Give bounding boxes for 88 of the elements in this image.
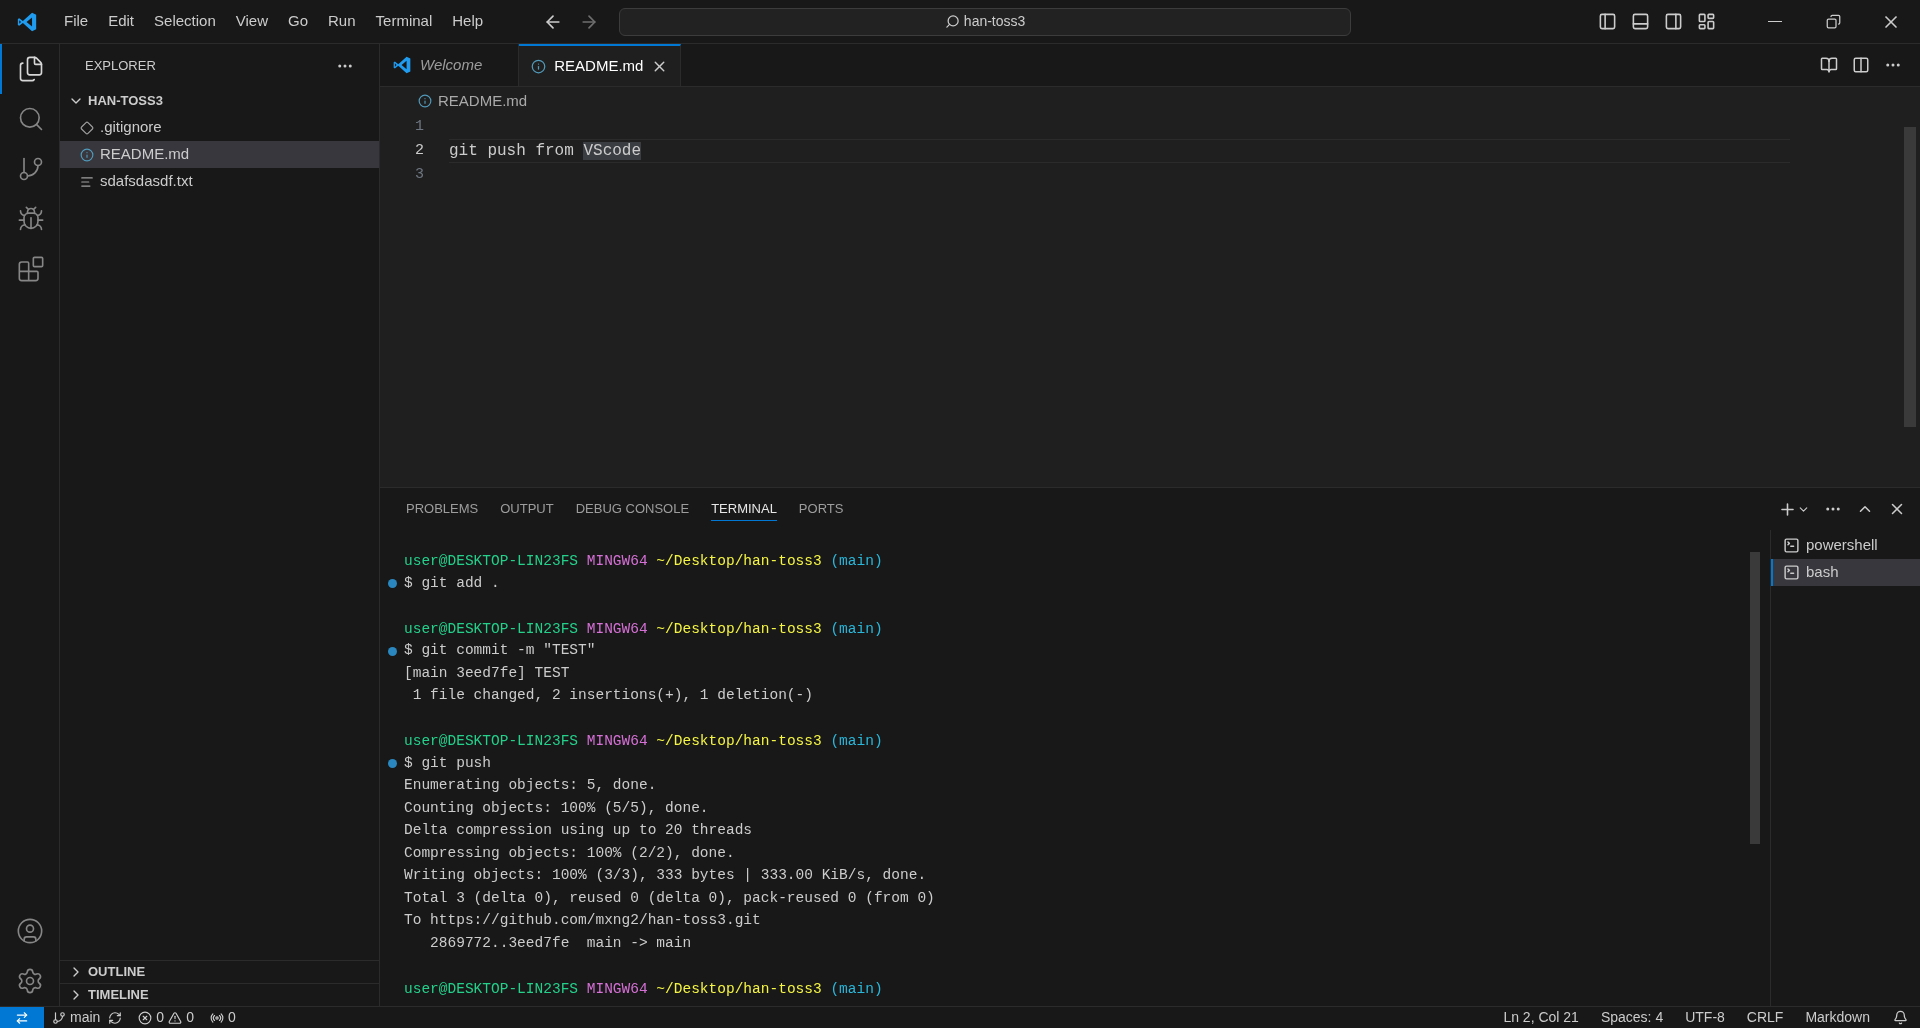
workspace-name: han-toss3: [963, 12, 1026, 31]
editor-tab[interactable]: README.md: [519, 44, 682, 86]
shell-entry[interactable]: bash: [1771, 559, 1920, 586]
terminal-line: user@DESKTOP-LIN23FS MINGW64 ~/Desktop/han-toss3 (main): [403, 619, 884, 639]
section-header[interactable]: OUTLINE: [60, 960, 379, 983]
terminal-icon: [1783, 537, 1800, 554]
explorer-entry[interactable]: sdafsdasdf.txt: [60, 168, 379, 195]
preview-icon[interactable]: [1820, 56, 1838, 74]
terminal-line: user@DESKTOP-LIN23FS MINGW64 ~/Desktop/han-toss3 (main): [403, 732, 884, 751]
folder-header[interactable]: HAN-TOSS3: [60, 88, 379, 114]
account-icon[interactable]: [15, 917, 44, 945]
info-icon: [531, 58, 547, 74]
line-number: 2: [414, 140, 424, 161]
scrollbar-thumb[interactable]: [1750, 552, 1760, 844]
terminal-line: 2869772..3eed7fe main -> main: [429, 933, 692, 953]
panel-right-icon[interactable]: [1664, 12, 1683, 31]
bug-icon: [16, 205, 45, 233]
menu-item[interactable]: Selection: [144, 6, 226, 37]
menu-item[interactable]: View: [225, 6, 278, 37]
line-number: 3: [414, 164, 424, 185]
menu-item[interactable]: Help: [442, 6, 494, 37]
sync-icon: [108, 1010, 123, 1025]
minimize-icon: [1768, 20, 1782, 23]
terminal-line: Enumerating objects: 5, done.: [404, 776, 657, 796]
terminal-line: user@DESKTOP-LIN23FS MINGW64 ~/Desktop/han-toss3 (main): [403, 979, 884, 999]
code-line: git push from VScode: [449, 141, 642, 162]
status-item[interactable]: UTF-8: [1685, 1007, 1725, 1028]
restore-icon: [1825, 14, 1841, 29]
file-name: sdafsdasdf.txt: [100, 171, 193, 192]
branch-icon: [52, 1010, 66, 1025]
logo-icon: [16, 10, 38, 33]
split-icon[interactable]: [1852, 56, 1870, 74]
error-icon: [138, 1010, 153, 1025]
status-item[interactable]: Markdown: [1805, 1007, 1870, 1028]
lines-icon: [80, 174, 94, 189]
terminal-icon: [1783, 564, 1800, 581]
remote-icon: [15, 1010, 29, 1025]
search-icon: [944, 14, 960, 29]
status-item[interactable]: CRLF: [1746, 1007, 1784, 1028]
diamond-icon: [80, 120, 94, 135]
layout-icon[interactable]: [1697, 12, 1716, 31]
panel-tab[interactable]: TERMINAL: [711, 497, 777, 521]
panel-left-icon[interactable]: [1598, 12, 1617, 31]
status-item[interactable]: Ln 2, Col 21: [1503, 1007, 1579, 1028]
terminal-line: Writing objects: 100% (3/3), 333 bytes | 333.00 KiB/s, done.: [404, 866, 927, 886]
info-icon: [418, 94, 432, 108]
menu-item[interactable]: Terminal: [365, 6, 443, 37]
explorer-entry[interactable]: .gitignore: [60, 114, 379, 141]
bell-icon[interactable]: [1893, 1010, 1908, 1025]
terminal-line: Total 3 (delta 0), reused 0 (delta 0), pack-reused 0 (from 0): [404, 888, 935, 908]
terminal-line: Compressing objects: 100% (2/2), done.: [404, 843, 735, 863]
terminal-line: $ git commit -m "TEST": [404, 641, 596, 661]
terminal-line: 1 file changed, 2 insertions(+), 1 deletion(-): [411, 686, 813, 706]
panel-tab[interactable]: DEBUG CONSOLE: [575, 497, 690, 521]
file-name: .gitignore: [100, 117, 162, 138]
file-name: README.md: [100, 144, 190, 165]
remote-button[interactable]: [0, 1007, 44, 1028]
terminal-line: To https://github.com/mxng2/han-toss3.git: [404, 911, 761, 931]
command-center[interactable]: han-toss3: [619, 7, 1352, 36]
menu-item[interactable]: File: [54, 6, 99, 37]
extensions-icon: [16, 255, 45, 283]
terminal-line: Delta compression using up to 20 threads: [404, 821, 753, 841]
panel-tab[interactable]: PROBLEMS: [406, 497, 479, 521]
panel-bottom-icon[interactable]: [1631, 12, 1650, 31]
breadcrumb[interactable]: README.md: [438, 89, 528, 113]
terminal-line: user@DESKTOP-LIN23FS MINGW64 ~/Desktop/han-toss3 (main): [403, 552, 884, 571]
status-item[interactable]: Spaces: 4: [1600, 1007, 1664, 1028]
info-icon: [80, 147, 94, 162]
menu-item[interactable]: Run: [318, 6, 366, 37]
antenna-icon: [209, 1010, 224, 1025]
sidebar-title: EXPLORER: [85, 57, 156, 76]
problems-item[interactable]: 0 0: [138, 1007, 194, 1028]
terminal-line: $ git add .: [404, 573, 500, 593]
terminal-line: $ git push: [404, 753, 491, 773]
panel-tab[interactable]: PORTS: [798, 497, 844, 521]
line-number: 1: [414, 116, 424, 137]
explorer-entry[interactable]: README.md: [60, 141, 379, 168]
logo-icon: [392, 55, 412, 75]
ports-item[interactable]: 0: [209, 1007, 236, 1028]
panel-tab[interactable]: OUTPUT: [500, 497, 554, 521]
branch-item[interactable]: main: [52, 1007, 123, 1028]
menu-item[interactable]: Edit: [98, 6, 145, 37]
scrollbar-thumb[interactable]: [1904, 127, 1916, 427]
shell-entry[interactable]: powershell: [1771, 532, 1920, 559]
terminal-line: Counting objects: 100% (5/5), done.: [404, 798, 709, 818]
terminal-line: [main 3eed7fe] TEST: [404, 663, 570, 683]
warning-icon: [168, 1010, 183, 1025]
menu-item[interactable]: Go: [278, 6, 318, 37]
